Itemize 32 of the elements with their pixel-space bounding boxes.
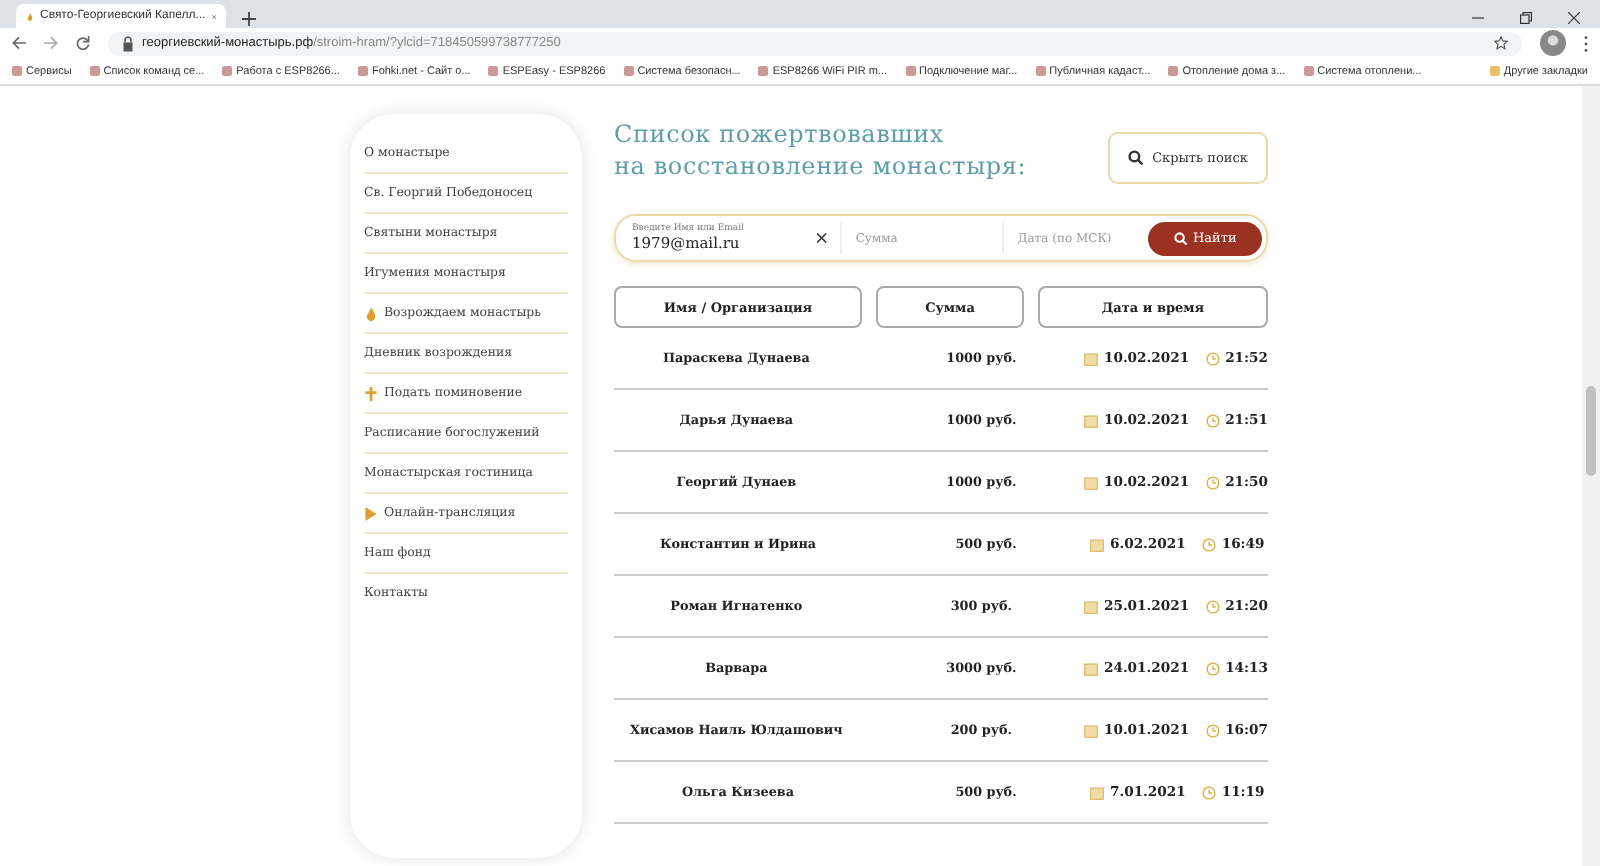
calendar-icon [1090,537,1104,551]
clear-icon[interactable] [816,232,828,244]
calendar-icon [1083,661,1098,675]
calendar-icon [1083,723,1098,737]
clock-icon [1205,661,1220,675]
clock-icon [1205,723,1220,737]
calendar-icon [1083,351,1098,365]
calendar-icon [1090,785,1104,799]
clock-icon [1205,351,1220,365]
close-icon[interactable] [1568,12,1580,24]
calendar-icon [1083,413,1098,427]
clock-icon [1205,599,1220,613]
star-icon[interactable] [1494,36,1508,50]
calendar-icon [1083,475,1098,489]
page-title: Список пожертвовавших на восстановление монастыря: [614,118,1027,182]
restore-icon[interactable] [1520,12,1532,24]
new-tab-icon[interactable] [242,12,256,26]
calendar-icon [1083,599,1098,613]
search-icon [1173,231,1188,245]
search-icon [1128,150,1145,166]
scrollbar[interactable] [1582,86,1600,866]
clock-icon [1205,413,1220,427]
flame-icon [364,305,378,321]
clock-icon [1201,785,1216,799]
minimize-icon[interactable] [1472,12,1484,24]
back-icon[interactable] [12,36,26,50]
clock-icon [1205,475,1220,489]
clock-icon [1201,537,1216,551]
reload-icon[interactable] [76,36,90,50]
lock-icon [122,35,134,51]
cross-icon [364,385,378,401]
play-icon [364,505,378,521]
